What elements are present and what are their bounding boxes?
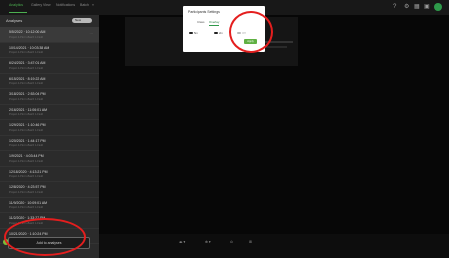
zoom-control[interactable]: ⊕ ▾ [205,240,211,244]
tab-overlay[interactable]: Overlay [209,20,219,24]
list-item-title: 12/18/2020 · 4:13:21 PM [9,169,48,174]
layout-icon[interactable]: ⊞ [249,240,252,244]
list-item[interactable]: 5/5/2022 · 10:12:00 AM Project 4-Plot 1-… [0,27,99,43]
tab-gallery-view[interactable]: Gallery View [31,3,51,7]
list-item-subtitle: Project 4-Plot 1-Batch 1-Field [9,51,43,54]
list-item-title: 11/9/2020 · 10:09:01 AM [9,200,48,205]
tabs-overflow-icon[interactable]: » [92,3,94,7]
list-item-title: 1/29/2021 · 1:10:46 PM [9,123,46,127]
list-item-title: 6/24/2021 · 3:47:01 AM [9,61,46,65]
pan-control[interactable]: ◂▸ ▾ [179,240,185,244]
placeholder-line [265,46,287,48]
avatar[interactable] [434,3,442,11]
tab-analytics[interactable]: Analytics [9,3,23,7]
list-item-subtitle: Project 4-Plot 1-Batch 1-Field [9,66,43,70]
highlight-circle-apply [229,11,273,53]
list-item-title: 2/16/2021 · 11:06:01 AM [9,107,48,112]
active-tab-underline [209,25,219,26]
list-item-subtitle: Project 4-Plot 1-Batch 1-Field [9,159,43,163]
list-item-title: 12/8/2020 · 4:23:57 PM [9,185,46,189]
list-item[interactable]: 12/8/2020 · 4:23:57 PM Project 4-Plot 1-… [0,182,99,198]
list-item[interactable]: 11/9/2020 · 10:09:01 AM Project 4-Plot 1… [0,198,99,213]
popup-title: Participants Settings [188,10,220,14]
new-analysis-button[interactable]: New [72,18,92,23]
more-icon[interactable]: ⋯ [90,32,94,36]
tab-class[interactable]: Class [197,20,205,24]
list-item-subtitle: Project 4-Plot 1-Batch 1-Field [9,175,43,178]
help-icon[interactable]: ? [393,4,396,10]
list-item-title: 1/9/2021 · 4:03:44 PM [9,154,44,158]
list-item[interactable]: 1/29/2021 · 1:10:46 PM Project 4-Plot 1-… [0,120,99,136]
highlight-circle-add [4,218,86,256]
list-item[interactable]: 10/14/2021 · 10:03:38 AM Project 4-Plot … [0,43,99,58]
list-item-subtitle: Project 4-Plot 1-Batch 1-Field [9,128,43,132]
list-item[interactable]: 1/9/2021 · 4:03:44 PM Project 4-Plot 1-B… [0,151,99,167]
toggle-icon [214,32,218,35]
sidebar-title: Analyses [6,18,23,23]
option-2m[interactable]: 2m [214,31,223,35]
tab-batch[interactable]: Batch [80,3,89,7]
gear-icon[interactable]: ⚙ [404,4,409,10]
option-label: 2m [219,31,223,35]
tab-notifications[interactable]: Notifications [56,3,75,7]
list-item[interactable]: 6/15/2021 · 8:19:22 AM Project 4-Plot 1-… [0,74,99,89]
analysis-list: 5/5/2022 · 10:12:00 AM Project 4-Plot 1-… [0,27,99,244]
list-item-title: 1/20/2021 · 1:44:17 PM [9,138,46,143]
list-item-title: 6/15/2021 · 8:19:22 AM [9,76,46,81]
list-item-subtitle: Project 4-Plot 1-Batch 1-Field [9,206,43,209]
list-item-subtitle: Project 4-Plot 1-Batch 1-Field [9,35,43,39]
image-icon[interactable]: ▣ [424,4,430,10]
list-item-subtitle: Project 4-Plot 1-Batch 1-Field [9,113,43,116]
list-item-title: 3/18/2021 · 2:53:04 PM [9,92,46,96]
option-label: 5m [194,31,198,35]
bottom-toolbar: ◂▸ ▾ ⊕ ▾ ⊙ ⊞ [99,234,449,258]
toggle-icon [189,32,193,35]
list-item[interactable]: 2/16/2021 · 11:06:01 AM Project 4-Plot 1… [0,105,99,120]
list-item-title: 10/14/2021 · 10:03:38 AM [9,45,50,50]
list-item[interactable]: 3/18/2021 · 2:53:04 PM Project 4-Plot 1-… [0,89,99,105]
grid-icon[interactable]: ▦ [414,4,420,10]
active-tab-underline [9,12,27,13]
list-item[interactable]: 1/20/2021 · 1:44:17 PM Project 4-Plot 1-… [0,136,99,151]
list-item-subtitle: Project 4-Plot 1-Batch 1-Field [9,144,43,147]
list-item[interactable]: 6/24/2021 · 3:47:01 AM Project 4-Plot 1-… [0,58,99,74]
option-5m[interactable]: 5m [189,31,198,35]
list-item-title: 5/5/2022 · 10:12:00 AM [9,30,46,34]
list-item-subtitle: Project 4-Plot 1-Batch 1-Field [9,190,43,194]
list-item-subtitle: Project 4-Plot 1-Batch 1-Field [9,82,43,85]
list-item[interactable]: 12/18/2020 · 4:13:21 PM Project 4-Plot 1… [0,167,99,182]
target-icon[interactable]: ⊙ [230,240,233,244]
list-item-subtitle: Project 4-Plot 1-Batch 1-Field [9,97,43,101]
